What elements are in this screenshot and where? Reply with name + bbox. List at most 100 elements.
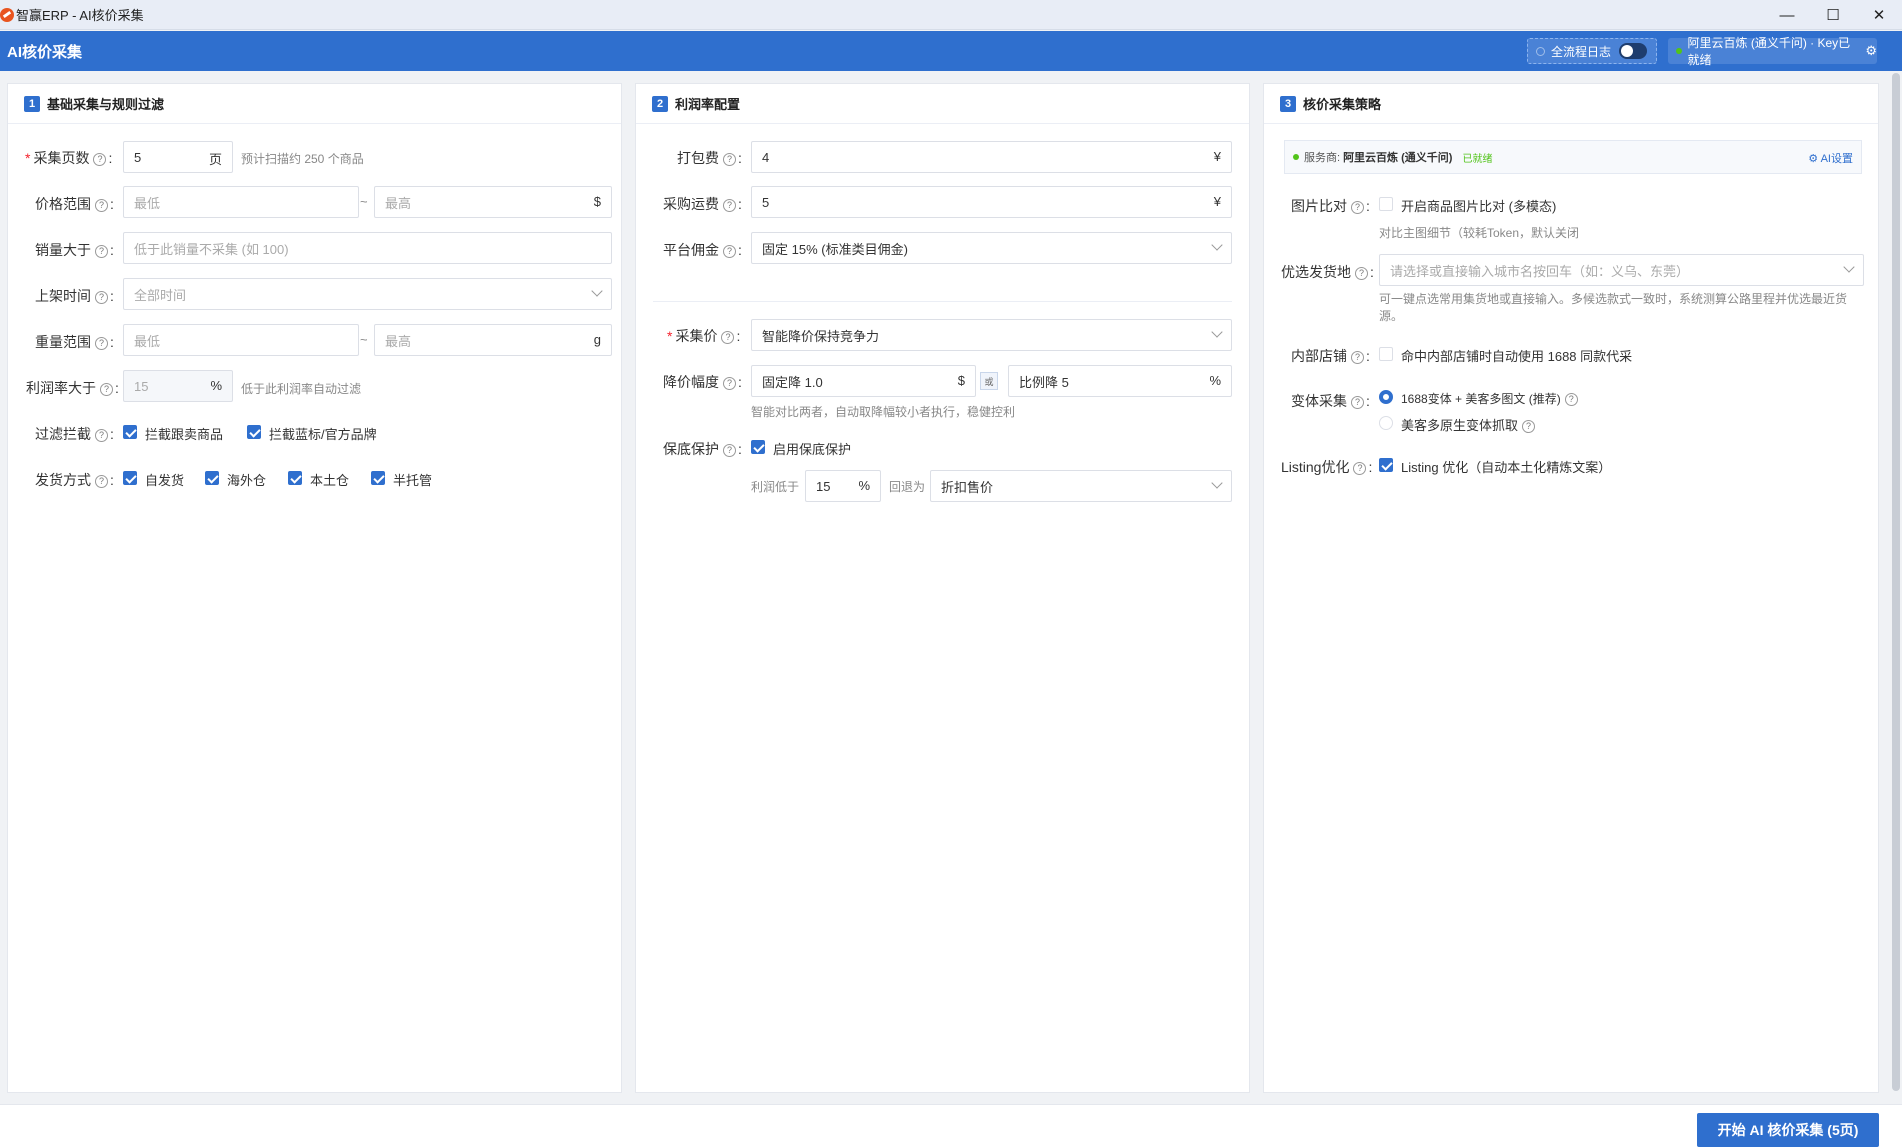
weight-min-input[interactable]: 最低 bbox=[123, 324, 359, 356]
pages-input[interactable]: 5页 bbox=[123, 141, 233, 173]
ship-overseas-label[interactable]: 海外仓 bbox=[227, 470, 266, 489]
help-icon[interactable]: ? bbox=[723, 153, 736, 166]
ai-settings-link[interactable]: ⚙ AI设置 bbox=[1808, 150, 1853, 166]
status-dot-icon bbox=[1293, 154, 1299, 160]
help-icon[interactable]: ? bbox=[723, 245, 736, 258]
packing-fee-input[interactable]: 4 ¥ bbox=[751, 141, 1232, 173]
profit-label: 利润率大于?: bbox=[26, 380, 119, 396]
help-icon[interactable]: ? bbox=[93, 153, 107, 166]
freight-input[interactable]: 5 ¥ bbox=[751, 186, 1232, 218]
help-icon[interactable]: ? bbox=[1351, 351, 1364, 364]
freight-label: 采购运费?: bbox=[663, 196, 742, 212]
ship-self-label[interactable]: 自发货 bbox=[145, 470, 184, 489]
ship-semi-checkbox[interactable] bbox=[371, 471, 385, 485]
pricing-select[interactable]: 智能降价保持竞争力 bbox=[751, 319, 1232, 351]
fixed-drop-input[interactable]: 固定降 1.0 $ bbox=[751, 365, 976, 397]
log-indicator-icon bbox=[1536, 46, 1545, 56]
or-toggle[interactable]: 或 bbox=[980, 372, 998, 390]
full-log-label: 全流程日志 bbox=[1551, 44, 1612, 59]
start-collect-button[interactable]: 开始 AI 核价采集 (5页) bbox=[1697, 1113, 1879, 1147]
listing-checkbox-label[interactable]: Listing 优化（自动本土化精炼文案） bbox=[1401, 457, 1611, 476]
filter-label: 过滤拦截?: bbox=[35, 426, 114, 442]
origin-hint-line1: 可一键点选常用集货地或直接输入。多候选款式一致时，系统测算公路里程并优选最近货 bbox=[1379, 292, 1848, 306]
ai-status-badge[interactable]: 阿里云百炼 (通义千问) · Key已就绪 ⚙ bbox=[1668, 36, 1877, 67]
listed-time-select[interactable]: 全部时间 bbox=[123, 278, 612, 310]
profit-input[interactable]: 15% bbox=[123, 370, 233, 402]
variant-1688-label[interactable]: 1688变体 + 美客多图文 (推荐)? bbox=[1401, 390, 1578, 407]
provider-bar: 服务商: 阿里云百炼 (通义千问) 已就绪 ⚙ AI设置 bbox=[1284, 140, 1862, 174]
help-icon[interactable]: ? bbox=[1353, 462, 1367, 475]
ratio-drop-input[interactable]: 比例降 5% bbox=[1008, 365, 1232, 397]
drop-hint: 智能对比两者，自动取降幅较小者执行，稳健控利 bbox=[751, 405, 1016, 419]
price-min-input[interactable]: 最低 bbox=[123, 186, 359, 218]
panel-header: 3 核价采集策略 bbox=[1264, 84, 1878, 124]
variant-native-radio[interactable] bbox=[1379, 416, 1393, 430]
ship-local-checkbox[interactable] bbox=[288, 471, 302, 485]
variant-1688-radio[interactable] bbox=[1379, 390, 1393, 404]
ship-semi-label[interactable]: 半托管 bbox=[393, 470, 432, 489]
ship-overseas-checkbox[interactable] bbox=[205, 471, 219, 485]
image-compare-checkbox-label[interactable]: 开启商品图片比对 (多模态) bbox=[1401, 196, 1556, 215]
ship-self-checkbox[interactable] bbox=[123, 471, 137, 485]
sales-label: 销量大于?: bbox=[35, 242, 114, 258]
internal-store-checkbox-label[interactable]: 命中内部店铺时自动使用 1688 同款代采 bbox=[1401, 346, 1632, 365]
help-icon[interactable]: ? bbox=[1564, 393, 1578, 406]
shipping-label: 发货方式?: bbox=[35, 472, 114, 488]
variant-native-label[interactable]: 美客多原生变体抓取? bbox=[1401, 415, 1536, 434]
listing-checkbox[interactable] bbox=[1379, 458, 1393, 472]
gear-icon[interactable]: ⚙ bbox=[1865, 43, 1877, 59]
help-icon[interactable]: ? bbox=[1351, 201, 1364, 214]
image-compare-label: 图片比对?: bbox=[1291, 198, 1370, 214]
image-compare-checkbox[interactable] bbox=[1379, 197, 1393, 211]
app-header: AI核价采集 全流程日志 阿里云百炼 (通义千问) · Key已就绪 ⚙ bbox=[0, 31, 1902, 71]
drop-label: 降价幅度?: bbox=[663, 374, 742, 390]
help-icon[interactable]: ? bbox=[1355, 267, 1368, 280]
block-follow-sell-label[interactable]: 拦截跟卖商品 bbox=[145, 424, 223, 443]
minimize-button[interactable]: — bbox=[1764, 0, 1810, 30]
panel-basic-filter: 1 基础采集与规则过滤 * 采集页数?: 5页 预计扫描约 250 个商品 价格范… bbox=[7, 83, 622, 1093]
block-brand-label[interactable]: 拦截蓝标/官方品牌 bbox=[269, 424, 377, 443]
block-brand-checkbox[interactable] bbox=[247, 425, 261, 439]
step-badge: 1 bbox=[24, 95, 40, 112]
help-icon[interactable]: ? bbox=[95, 291, 108, 304]
help-icon[interactable]: ? bbox=[95, 245, 108, 258]
protect-checkbox-label[interactable]: 启用保底保护 bbox=[773, 439, 851, 458]
page-title: AI核价采集 bbox=[7, 43, 83, 61]
help-icon[interactable]: ? bbox=[95, 429, 108, 442]
help-icon[interactable]: ? bbox=[723, 199, 736, 212]
help-icon[interactable]: ? bbox=[721, 331, 735, 344]
pages-hint: 预计扫描约 250 个商品 bbox=[241, 152, 364, 166]
profit-hint: 低于此利润率自动过滤 bbox=[241, 382, 362, 396]
full-log-toggle[interactable]: 全流程日志 bbox=[1527, 38, 1657, 64]
vertical-scrollbar[interactable] bbox=[1890, 71, 1902, 1104]
help-icon[interactable]: ? bbox=[723, 444, 736, 457]
help-icon[interactable]: ? bbox=[1351, 396, 1364, 409]
maximize-button[interactable]: ☐ bbox=[1810, 0, 1856, 30]
profit-below-input[interactable]: 15% bbox=[805, 470, 881, 502]
panel-header: 2 利润率配置 bbox=[636, 84, 1249, 124]
ship-local-label[interactable]: 本土仓 bbox=[310, 470, 349, 489]
help-icon[interactable]: ? bbox=[723, 377, 736, 390]
commission-select[interactable]: 固定 15% (标准类目佣金) bbox=[751, 232, 1232, 264]
price-max-input[interactable]: 最高 $ bbox=[374, 186, 612, 218]
panel-profit-config: 2 利润率配置 打包费?: 4 ¥ 采购运费?: 5 ¥ 平台佣金?: 固定 15%… bbox=[635, 83, 1250, 1093]
protect-checkbox[interactable] bbox=[751, 440, 765, 454]
block-follow-sell-checkbox[interactable] bbox=[123, 425, 137, 439]
help-icon[interactable]: ? bbox=[95, 475, 108, 488]
profit-below-label: 利润低于 bbox=[751, 480, 800, 494]
log-switch[interactable] bbox=[1619, 43, 1648, 59]
provider-name: 阿里云百炼 (通义千问) bbox=[1343, 152, 1453, 164]
sales-input[interactable]: 低于此销量不采集 (如 100) bbox=[123, 232, 612, 264]
help-icon[interactable]: ? bbox=[1522, 420, 1536, 433]
help-icon[interactable]: ? bbox=[95, 337, 108, 350]
help-icon[interactable]: ? bbox=[100, 383, 113, 396]
internal-store-checkbox[interactable] bbox=[1379, 347, 1393, 361]
status-dot-icon bbox=[1676, 48, 1682, 54]
scrollbar-thumb[interactable] bbox=[1892, 73, 1900, 1091]
origin-select[interactable]: 请选择或直接输入城市名按回车（如：义乌、东莞） bbox=[1379, 254, 1864, 286]
weight-max-input[interactable]: 最高 g bbox=[374, 324, 612, 356]
listed-time-label: 上架时间?: bbox=[35, 288, 114, 304]
help-icon[interactable]: ? bbox=[95, 199, 108, 212]
fallback-select[interactable]: 折扣售价 bbox=[930, 470, 1232, 502]
close-button[interactable]: ✕ bbox=[1856, 0, 1902, 30]
